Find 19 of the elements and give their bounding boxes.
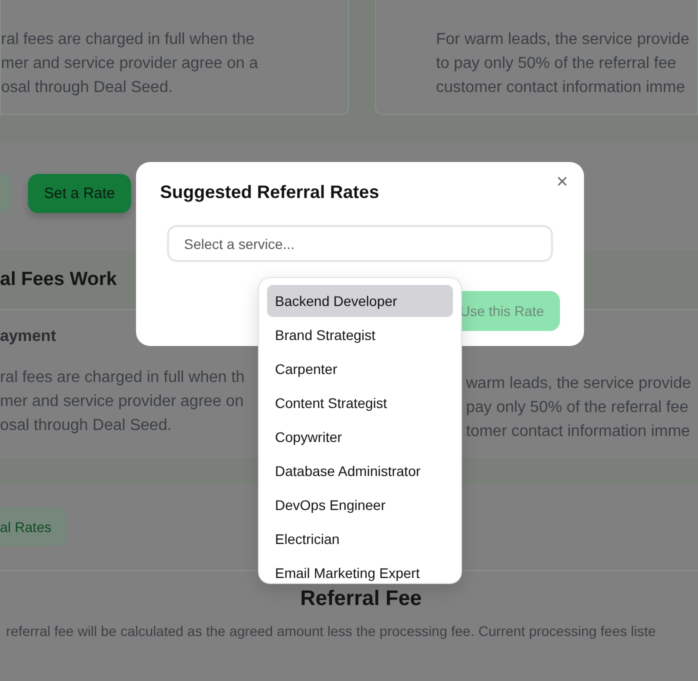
service-option[interactable]: Carpenter bbox=[267, 353, 453, 385]
service-option[interactable]: Copywriter bbox=[267, 421, 453, 453]
referral-fee-text: referral fee will be calculated as the agreed amount less the processing fee. Current processing fees liste bbox=[5, 623, 656, 639]
close-button[interactable]: × bbox=[552, 172, 572, 192]
service-option[interactable]: Backend Developer bbox=[267, 285, 453, 317]
column-text: warm leads, the service provide pay only 50% of the referral fee tomer contact information imme bbox=[466, 374, 691, 442]
service-option[interactable]: Email Marketing Expert bbox=[267, 557, 453, 583]
service-option[interactable]: Database Administrator bbox=[267, 455, 453, 487]
column-heading: ayment bbox=[0, 328, 56, 346]
service-option[interactable]: Electrician bbox=[267, 523, 453, 555]
column-text: ral fees are charged in full when th mer and service provider agree on osal through Deal Seed. bbox=[0, 368, 245, 436]
service-search-field[interactable]: Select a service... bbox=[167, 225, 553, 262]
card-text: For warm leads, the service provide to pay only 50% of the referral fee customer contact information imme bbox=[436, 30, 690, 98]
section-heading: al Fees Work bbox=[0, 268, 117, 290]
modal-title: Suggested Referral Rates bbox=[160, 182, 380, 203]
card-text: ral fees are charged in full when the mer and service provider agree on a osal through Deal Seed. bbox=[1, 30, 258, 98]
service-option[interactable]: Content Strategist bbox=[267, 387, 453, 419]
service-option[interactable]: DevOps Engineer bbox=[267, 489, 453, 521]
referral-fee-heading: Referral Fee bbox=[300, 587, 422, 611]
